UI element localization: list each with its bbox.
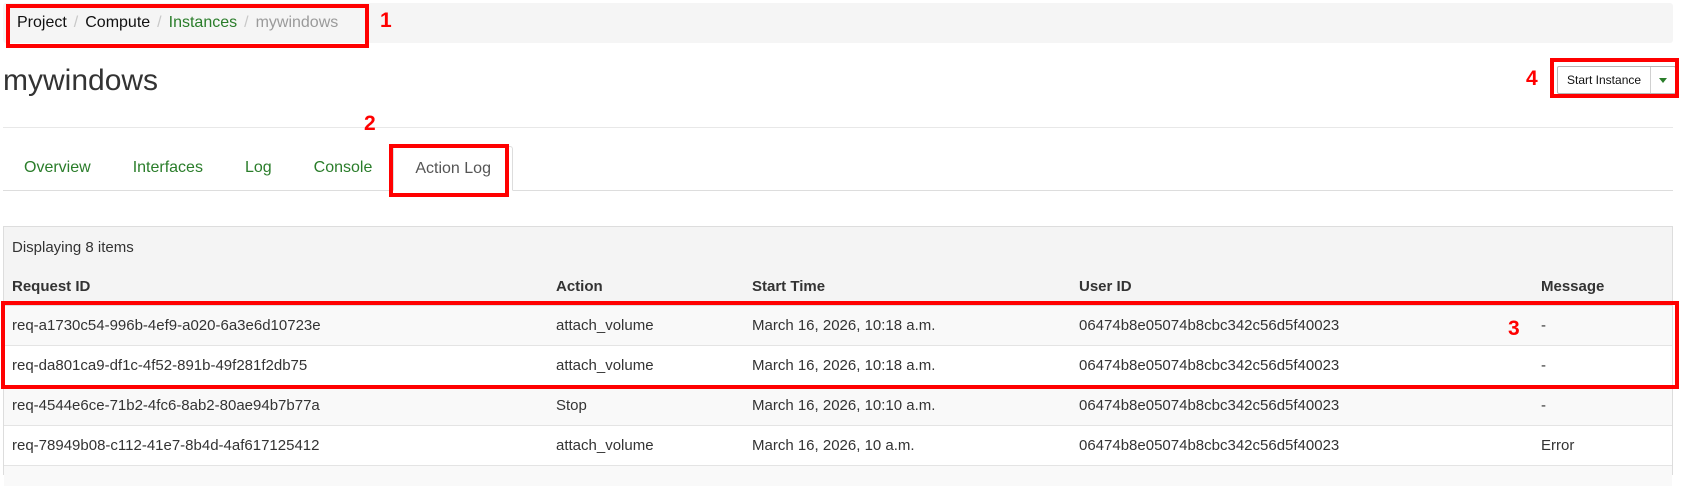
start-time-cell: March 16, 2026, 10 a.m.: [752, 437, 915, 454]
message-cell: -: [1541, 397, 1546, 414]
breadcrumb-separator: /: [244, 14, 249, 31]
action-cell: attach_volume: [556, 317, 654, 334]
breadcrumb: Project / Compute / Instances / mywindow…: [3, 3, 1673, 43]
annotation-label: 4: [1526, 67, 1538, 90]
table-header-row: Request ID Action Start Time User ID Mes…: [4, 267, 1672, 306]
start-instance-button[interactable]: Start Instance: [1558, 67, 1652, 93]
tab-action-log[interactable]: Action Log: [393, 146, 513, 191]
instance-actions-button-group: Start Instance: [1557, 66, 1677, 94]
column-header-start-time[interactable]: Start Time: [752, 278, 1079, 295]
message-cell: -: [1541, 357, 1546, 374]
request-id-cell: req-a1730c54-996b-4ef9-a020-6a3e6d10723e: [12, 317, 321, 334]
table-row: req-78949b08-c112-41e7-8b4d-4af617125412…: [4, 426, 1672, 466]
table-row: req-a1730c54-996b-4ef9-a020-6a3e6d10723e…: [4, 306, 1672, 346]
message-cell: -: [1541, 317, 1546, 334]
message-cell: Error: [1541, 437, 1575, 454]
table-item-count: Displaying 8 items: [4, 227, 1672, 267]
tab-console[interactable]: Console: [293, 146, 394, 190]
page-title: mywindows: [3, 64, 159, 97]
request-id-cell: req-4544e6ce-71b2-4fc6-8ab2-80ae94b7b77a: [12, 397, 320, 414]
action-log-table: Displaying 8 items Request ID Action Sta…: [3, 226, 1673, 486]
action-cell: attach_volume: [556, 357, 654, 374]
breadcrumb-separator: /: [73, 14, 79, 31]
start-time-cell: March 16, 2026, 10:18 a.m.: [752, 317, 936, 334]
annotation-label: 3: [1508, 317, 1520, 340]
tab-log[interactable]: Log: [224, 146, 293, 190]
user-id-cell: 06474b8e05074b8cbc342c56d5f40023: [1079, 437, 1340, 454]
user-id-cell: 06474b8e05074b8cbc342c56d5f40023: [1079, 357, 1340, 374]
column-header-user-id[interactable]: User ID: [1079, 278, 1541, 295]
table-row-partial: [4, 466, 1672, 486]
chevron-down-icon: [1659, 77, 1668, 83]
breadcrumb-separator: /: [157, 14, 162, 31]
breadcrumb-project: Project: [17, 14, 67, 31]
breadcrumb-compute: Compute: [85, 14, 151, 31]
table-row: req-da801ca9-df1c-4f52-891b-49f281f2db75…: [4, 346, 1672, 386]
tab-overview[interactable]: Overview: [3, 146, 112, 190]
request-id-cell: req-78949b08-c112-41e7-8b4d-4af617125412: [12, 437, 320, 454]
user-id-cell: 06474b8e05074b8cbc342c56d5f40023: [1079, 317, 1340, 334]
column-header-action[interactable]: Action: [556, 278, 752, 295]
user-id-cell: 06474b8e05074b8cbc342c56d5f40023: [1079, 397, 1340, 414]
breadcrumb-instances-link[interactable]: Instances: [169, 14, 237, 32]
start-time-cell: March 16, 2026, 10:10 a.m.: [752, 397, 936, 414]
annotation-label: 1: [380, 9, 392, 32]
column-header-request-id[interactable]: Request ID: [4, 278, 556, 295]
start-time-cell: March 16, 2026, 10:18 a.m.: [752, 357, 936, 374]
tab-interfaces[interactable]: Interfaces: [112, 146, 224, 190]
request-id-cell: req-da801ca9-df1c-4f52-891b-49f281f2db75: [12, 357, 308, 374]
column-header-message[interactable]: Message: [1541, 278, 1672, 295]
instance-tabs: Overview Interfaces Log Console Action L…: [3, 146, 1673, 191]
annotation-label: 2: [364, 112, 376, 135]
header-divider: [3, 127, 1673, 128]
breadcrumb-current: mywindows: [255, 14, 339, 31]
action-cell: attach_volume: [556, 437, 654, 454]
table-row: req-4544e6ce-71b2-4fc6-8ab2-80ae94b7b77a…: [4, 386, 1672, 426]
action-cell: Stop: [556, 397, 587, 414]
more-actions-dropdown-toggle[interactable]: [1651, 67, 1675, 93]
